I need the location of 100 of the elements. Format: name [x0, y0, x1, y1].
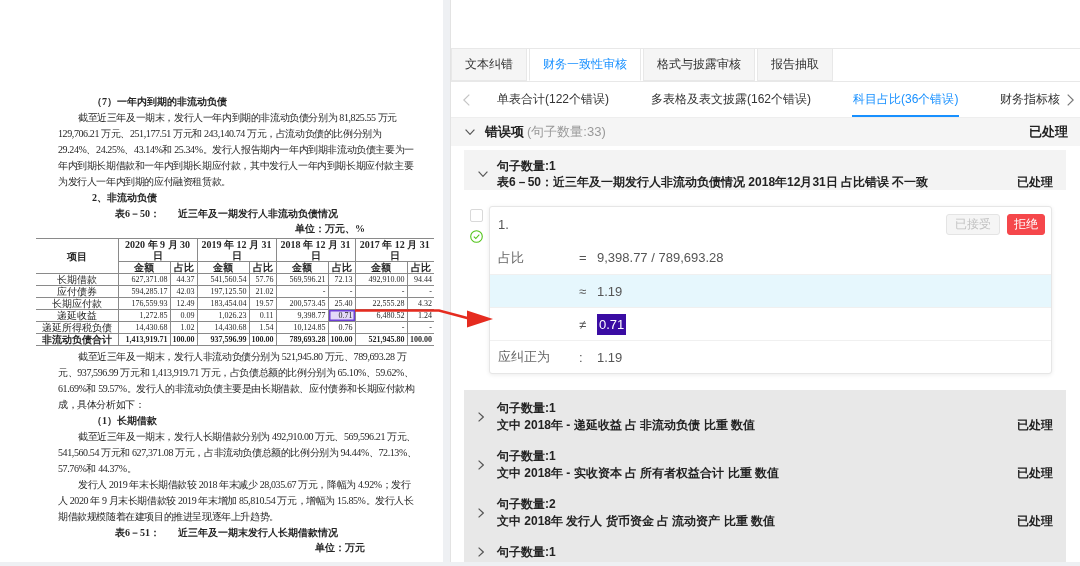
table-cell: 0.09 [170, 309, 197, 322]
subtab[interactable]: 财务指标核 [999, 82, 1062, 117]
operator-sign: ≈ [579, 283, 588, 299]
section-header[interactable]: 错误项 (句子数量:33) 已处理 [451, 118, 1080, 146]
reject-button[interactable]: 拒绝 [1007, 213, 1045, 235]
table-cell: 递延收益 [36, 309, 118, 322]
table-cell: - [328, 285, 355, 298]
column-header: 占比 [170, 261, 197, 274]
column-header: 占比 [249, 261, 276, 274]
chevron-down-icon[interactable] [465, 129, 475, 135]
table-cell: - [355, 321, 407, 334]
section-heading: （1）长期借款 [92, 414, 158, 428]
row-label: 应纠正为 [498, 348, 551, 366]
group-header[interactable]: 句子数量:2 文中 2018年 发行人 货币资金 占 流动资产 比重 数值 已处理 [464, 486, 1066, 534]
table-cell: 176,559.93 [118, 297, 170, 310]
table-cell: 1.02 [170, 321, 197, 334]
section-heading: （7）一年内到期的非流动负债 [92, 95, 228, 109]
table-number: 表6－51： [115, 526, 160, 540]
paragraph: 发行人 2019 年末长期借款较 2018 年末减少 28,035.67 万元，降幅为 4.92%；发行人 2020 年 9 月末长期借款较 2019 年末增加 85,810.54 万元，增幅为 15.85%。发行人长期借款规模随着在建项目的推进呈现逐年上升趋势。 [58, 478, 415, 524]
table-cell: 72.13 [328, 273, 355, 286]
operator-sign: : [579, 349, 584, 365]
operator-sign: ≠ [579, 316, 588, 332]
status-label: 已处理 [1017, 513, 1053, 530]
group-header[interactable]: 句子数量:1 文中 2018年 - 递延收益 占 非流动负债 比重 数值 已处理 [464, 390, 1066, 438]
chevron-down-icon[interactable] [478, 171, 488, 177]
value-text: 1.19 [597, 349, 623, 365]
chevron-right-icon[interactable] [478, 508, 484, 518]
operator-sign: = [579, 250, 588, 265]
table-cell: 183,454.04 [197, 297, 249, 310]
table-cell: 1.24 [407, 309, 434, 322]
group-header[interactable]: 句子数量:1 文中 2018年 - 实收资本 占 所有者权益合计 比重 数值 已处理 [464, 438, 1066, 486]
subtab[interactable]: 多表格及表文披露(162个错误) [650, 82, 813, 117]
column-header: 2019 年 12 月 31 日 [197, 238, 276, 262]
table-cell: 长期应付款 [36, 297, 118, 310]
table-cell: 10,124.85 [276, 321, 328, 334]
section-title: 错误项 [485, 123, 524, 141]
column-header: 占比 [328, 261, 355, 274]
table-cell: 937,596.99 [197, 333, 249, 346]
table-cell: 递延所得税负债 [36, 321, 118, 334]
column-header: 项目 [36, 238, 118, 274]
error-description: 文中 2018年 - 实收资本 占 所有者权益合计 比重 数值 [497, 466, 780, 480]
table-cell: 应付债券 [36, 285, 118, 298]
error-description: 表6－50：近三年及一期发行人非流动负债情况 2018年12月31日 占比错误 不一致 [497, 175, 929, 189]
table-cell: 9,398.77 [276, 309, 328, 322]
table-cell: 100.00 [407, 333, 434, 346]
table-cell: 14,430.68 [197, 321, 249, 334]
group-header[interactable]: 句子数量:1 [464, 534, 1066, 562]
tab[interactable]: 文本纠错 [451, 48, 527, 81]
table-cell: 541,560.54 [197, 273, 249, 286]
unit-label: 单位：万元 [315, 542, 365, 553]
table-cell: 长期借款 [36, 273, 118, 286]
table-cell: 521,945.80 [355, 333, 407, 346]
table-cell: 25.40 [328, 297, 355, 310]
table-title: 近三年及一期发行人非流动负债情况 [178, 207, 338, 221]
status-label: 已处理 [1029, 123, 1068, 141]
column-header: 金额 [276, 261, 328, 274]
value-text: 1.19 [597, 283, 623, 299]
row-label: 占比 [498, 248, 525, 267]
group-header[interactable]: 句子数量:1 表6－50：近三年及一期发行人非流动负债情况 2018年12月31日 占比错误 不一致 已处理 [464, 150, 1066, 190]
table-cell: 100.00 [249, 333, 276, 346]
table-cell: 789,693.28 [276, 333, 328, 346]
chevron-right-icon[interactable] [478, 460, 484, 470]
table-cell: 14,430.68 [118, 321, 170, 334]
section-heading: 2、非流动负债 [92, 191, 158, 205]
table-cell: 200,573.45 [276, 297, 328, 310]
tab[interactable]: 报告抽取 [757, 48, 833, 81]
table-cell: 57.76 [249, 273, 276, 286]
unit-label: 单位：万元、% [295, 223, 365, 234]
table-cell: 1,272.85 [118, 309, 170, 322]
table-cell: 1.54 [249, 321, 276, 334]
table-number: 表6－50： [115, 207, 160, 221]
subtab[interactable]: 单表合计(122个错误) [496, 82, 610, 117]
status-label: 已处理 [1017, 417, 1053, 434]
sentence-count: 句子数量:1 [497, 159, 556, 173]
paragraph: 截至近三年及一期末，发行人非流动负债分别为 521,945.80 万元、789,693.28 万元、937,596.99 万元和 1,413,919.71 万元，占负债总额的比例分别为 65.10%、59.62%、61.69%和 59.57%。发行人的非流动负债主要是由长期借款、应付债券和长期应付款构成，具体分析如下： [58, 350, 416, 412]
error-description: 文中 2018年 - 递延收益 占 非流动负债 比重 数值 [497, 418, 756, 432]
sentence-count: (句子数量:33) [527, 123, 606, 141]
column-header: 金额 [355, 261, 407, 274]
table-cell: 627,371.08 [118, 273, 170, 286]
table-cell: 42.03 [170, 285, 197, 298]
table-title: 近三年及一期末发行人长期借款情况 [178, 526, 338, 540]
value-text: 0.71 [597, 313, 627, 335]
table-cell: 1,413,919.71 [118, 333, 170, 346]
chevron-right-icon[interactable] [478, 547, 484, 557]
checkbox[interactable] [470, 209, 483, 222]
sentence-count: 句子数量:1 [497, 401, 556, 415]
paragraph: 截至近三年及一期末，发行人长期借款分别为 492,910.00 万元、569,596.21 万元、541,560.54 万元和 627,371.08 万元，占非流动负债总额的比例分别为 94.44%、72.13%、57.76%和 44.37%。 [58, 430, 418, 476]
table-cell: 100.00 [170, 333, 197, 346]
table-cell: 594,285.17 [118, 285, 170, 298]
tab[interactable]: 格式与披露审核 [643, 48, 755, 81]
table-cell: 100.00 [328, 333, 355, 346]
chevron-right-icon[interactable] [478, 412, 484, 422]
table-cell: 12.49 [170, 297, 197, 310]
status-label: 已处理 [1017, 174, 1053, 190]
column-header: 2020 年 9 月 30 日 [118, 238, 197, 262]
table-cell: - [276, 285, 328, 298]
table-cell: 21.02 [249, 285, 276, 298]
table-cell: 非流动负债合计 [36, 333, 118, 346]
chevron-right-icon[interactable] [1067, 93, 1074, 106]
table-cell: 19.57 [249, 297, 276, 310]
